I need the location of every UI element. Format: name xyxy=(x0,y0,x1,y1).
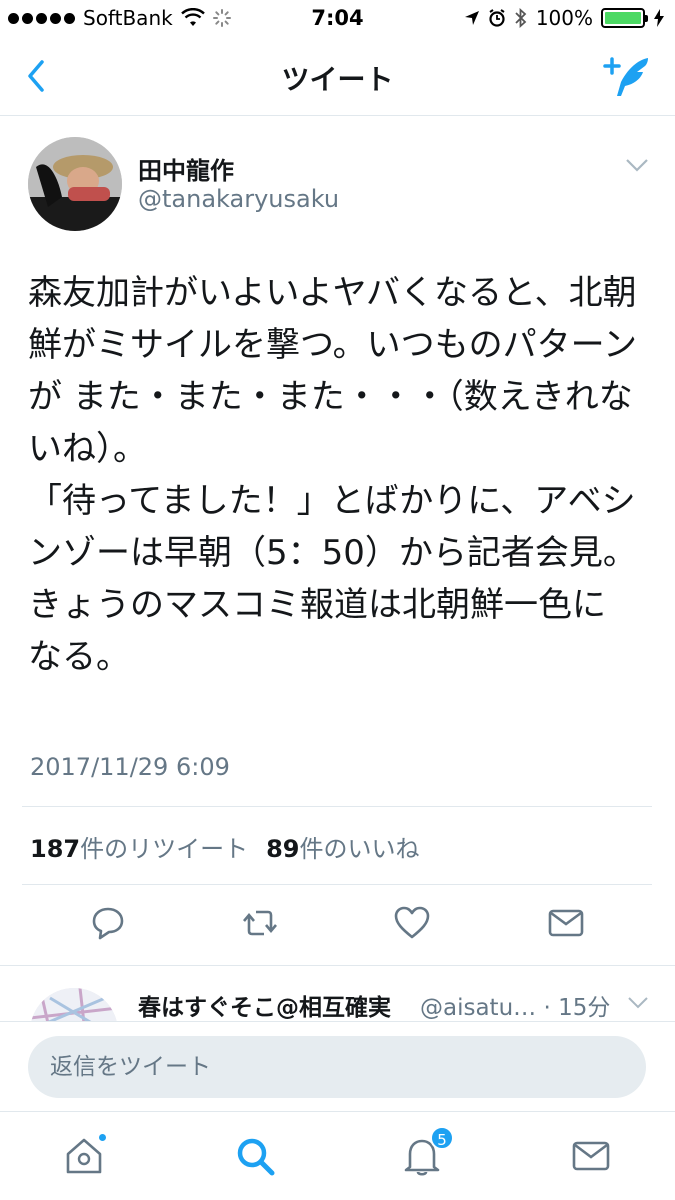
battery-percent: 100% xyxy=(535,6,593,30)
tab-home[interactable] xyxy=(62,1132,108,1178)
tab-search[interactable] xyxy=(233,1134,277,1178)
reply-input[interactable] xyxy=(28,1036,646,1098)
retweet-stat[interactable]: 187件のリツイート xyxy=(30,829,248,864)
reply-list-item[interactable]: 春はすぐそこ@相互確実 @aisatu… · 15分 xyxy=(0,965,675,1021)
search-icon xyxy=(237,1138,275,1176)
battery-icon xyxy=(601,8,648,28)
like-label: 件のいいね xyxy=(299,835,420,863)
status-bar: SoftBank 7:04 100% xyxy=(0,0,675,40)
notification-badge: 5 xyxy=(430,1126,454,1150)
tweet-text: 森友加計がいよいよヤバくなると、北朝鮮がミサイルを撃つ。いつものパターンが また… xyxy=(28,273,637,677)
bluetooth-icon xyxy=(515,8,527,28)
display-name[interactable]: 田中龍作 xyxy=(138,151,234,186)
direct-message-icon[interactable] xyxy=(546,903,586,943)
tab-notifications[interactable]: 5 xyxy=(400,1126,454,1178)
retweet-count: 187 xyxy=(30,835,81,863)
charging-bolt-icon xyxy=(654,9,664,27)
compose-tweet-icon[interactable] xyxy=(601,52,653,102)
reply-avatar-image xyxy=(30,988,118,1021)
tweet-timestamp: 2017/11/29 6:09 xyxy=(30,753,230,781)
chevron-down-icon[interactable] xyxy=(625,157,649,173)
page-title: ツイート xyxy=(281,63,394,96)
retweet-icon[interactable] xyxy=(240,903,280,943)
chevron-down-icon[interactable] xyxy=(627,996,649,1010)
reply-avatar[interactable] xyxy=(30,988,118,1021)
divider xyxy=(22,806,652,807)
new-content-dot xyxy=(97,1132,108,1143)
user-handle[interactable]: @tanakaryusaku xyxy=(138,185,339,213)
alarm-icon xyxy=(489,9,505,27)
tab-bar: 5 xyxy=(0,1111,675,1200)
envelope-icon xyxy=(572,1141,610,1171)
status-right: 100% xyxy=(464,6,665,30)
divider xyxy=(22,884,652,885)
reply-handle-time[interactable]: @aisatu… · 15分 xyxy=(420,988,610,1021)
like-stat[interactable]: 89件のいいね xyxy=(266,829,419,864)
retweet-label: 件のリツイート xyxy=(80,835,249,863)
like-count: 89 xyxy=(266,835,300,863)
action-bar xyxy=(0,903,675,953)
reply-icon[interactable] xyxy=(88,903,128,943)
reply-display-name[interactable]: 春はすぐそこ@相互確実 xyxy=(138,988,391,1021)
avatar[interactable] xyxy=(28,137,122,231)
avatar-photo xyxy=(28,137,122,231)
nav-bar: ツイート xyxy=(0,40,675,116)
reply-composer xyxy=(0,1021,675,1111)
location-arrow-icon xyxy=(464,11,479,25)
tab-messages[interactable] xyxy=(569,1134,613,1178)
engagement-stats: 187件のリツイート 89件のいいね xyxy=(30,829,420,864)
heart-icon[interactable] xyxy=(392,903,432,943)
